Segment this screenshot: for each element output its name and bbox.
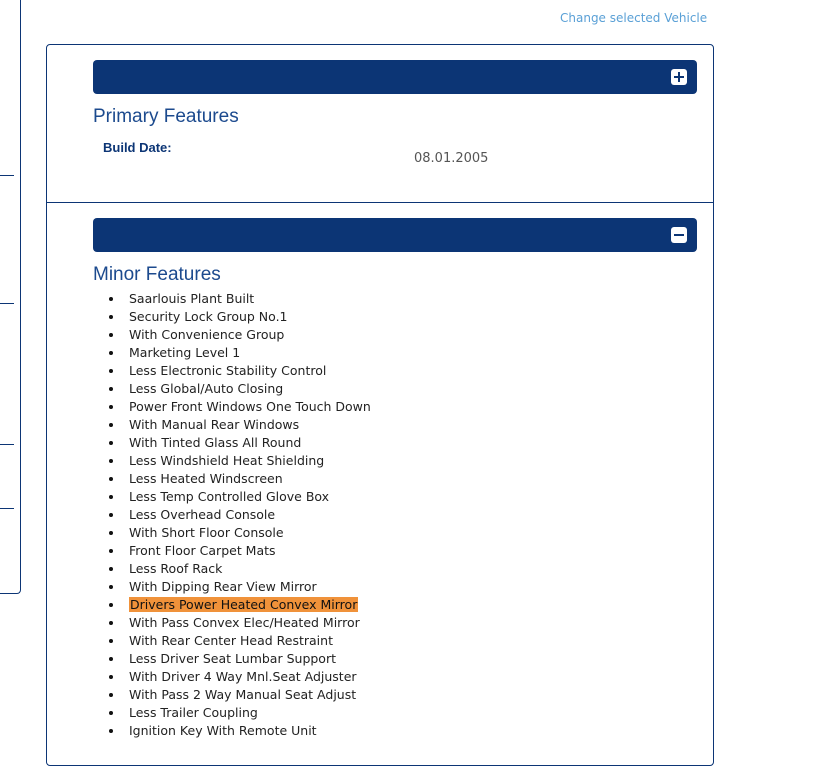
list-item: Ignition Key With Remote Unit [109,722,371,740]
primary-features-title: Primary Features [93,106,239,127]
feature-text: Power Front Windows One Touch Down [129,399,371,414]
sidebar-divider [0,444,14,445]
bullet-icon [109,495,113,499]
section-divider [47,202,713,203]
bullet-icon [109,441,113,445]
left-sidebar-panel [0,0,21,594]
bullet-icon [109,585,113,589]
feature-text: With Convenience Group [129,327,285,342]
minor-features-list: Saarlouis Plant Built Security Lock Group… [109,290,371,740]
list-item: Less Electronic Stability Control [109,362,371,380]
build-date-label: Build Date: [103,140,172,155]
feature-text: Less Driver Seat Lumbar Support [129,651,336,666]
plus-box-icon[interactable] [671,69,687,85]
bullet-icon [109,513,113,517]
list-item: Marketing Level 1 [109,344,371,362]
feature-text: Less Trailer Coupling [129,705,258,720]
list-item: Less Global/Auto Closing [109,380,371,398]
feature-text: With Rear Center Head Restraint [129,633,333,648]
feature-text: With Driver 4 Way Mnl.Seat Adjuster [129,669,357,684]
list-item: Less Roof Rack [109,560,371,578]
bullet-icon [109,333,113,337]
feature-text: Less Global/Auto Closing [129,381,284,396]
list-item: With Pass Convex Elec/Heated Mirror [109,614,371,632]
feature-text: Security Lock Group No.1 [129,309,288,324]
bullet-icon [109,423,113,427]
bullet-icon [109,459,113,463]
list-item: With Short Floor Console [109,524,371,542]
highlighted-feature-text: Drivers Power Heated Convex Mirror [129,597,359,612]
list-item: Less Heated Windscreen [109,470,371,488]
feature-text: Less Heated Windscreen [129,471,283,486]
list-item: With Driver 4 Way Mnl.Seat Adjuster [109,668,371,686]
list-item: Saarlouis Plant Built [109,290,371,308]
sidebar-divider [0,303,14,304]
list-item: With Tinted Glass All Round [109,434,371,452]
change-vehicle-link[interactable]: Change selected Vehicle [560,11,707,25]
feature-text: Less Windshield Heat Shielding [129,453,325,468]
minor-features-title: Minor Features [93,264,221,285]
feature-text: Saarlouis Plant Built [129,291,255,306]
bullet-icon [109,657,113,661]
bullet-icon [109,675,113,679]
feature-text: Less Overhead Console [129,507,276,522]
list-item: Less Windshield Heat Shielding [109,452,371,470]
minus-box-icon[interactable] [671,227,687,243]
list-item: Less Temp Controlled Glove Box [109,488,371,506]
bullet-icon [109,711,113,715]
list-item: Power Front Windows One Touch Down [109,398,371,416]
bullet-icon [109,369,113,373]
feature-text: With Short Floor Console [129,525,284,540]
feature-text: Less Temp Controlled Glove Box [129,489,330,504]
bullet-icon [109,351,113,355]
bullet-icon [109,567,113,571]
bullet-icon [109,621,113,625]
feature-text: Less Roof Rack [129,561,223,576]
list-item: Drivers Power Heated Convex Mirror [109,596,371,614]
bullet-icon [109,477,113,481]
bullet-icon [109,405,113,409]
sidebar-divider [0,175,14,176]
bullet-icon [109,297,113,301]
list-item: With Convenience Group [109,326,371,344]
list-item: Security Lock Group No.1 [109,308,371,326]
feature-text: With Tinted Glass All Round [129,435,302,450]
bullet-icon [109,603,113,607]
bullet-icon [109,387,113,391]
feature-text: With Manual Rear Windows [129,417,300,432]
feature-text: Front Floor Carpet Mats [129,543,276,558]
feature-text: With Pass Convex Elec/Heated Mirror [129,615,360,630]
bullet-icon [109,639,113,643]
build-date-value: 08.01.2005 [414,151,489,166]
list-item: Less Trailer Coupling [109,704,371,722]
sidebar-divider [0,508,14,509]
minor-features-header-bar[interactable] [93,218,697,252]
feature-text: With Pass 2 Way Manual Seat Adjust [129,687,357,702]
bullet-icon [109,531,113,535]
bullet-icon [109,549,113,553]
list-item: With Manual Rear Windows [109,416,371,434]
feature-text: Less Electronic Stability Control [129,363,327,378]
list-item: With Pass 2 Way Manual Seat Adjust [109,686,371,704]
bullet-icon [109,693,113,697]
bullet-icon [109,315,113,319]
feature-text: Ignition Key With Remote Unit [129,723,317,738]
list-item: Less Driver Seat Lumbar Support [109,650,371,668]
list-item: Front Floor Carpet Mats [109,542,371,560]
list-item: With Rear Center Head Restraint [109,632,371,650]
feature-text: Marketing Level 1 [129,345,241,360]
primary-features-header-bar[interactable] [93,60,697,94]
list-item: With Dipping Rear View Mirror [109,578,371,596]
vehicle-features-panel: Primary Features Build Date: 08.01.2005 … [46,44,714,766]
list-item: Less Overhead Console [109,506,371,524]
feature-text: With Dipping Rear View Mirror [129,579,317,594]
